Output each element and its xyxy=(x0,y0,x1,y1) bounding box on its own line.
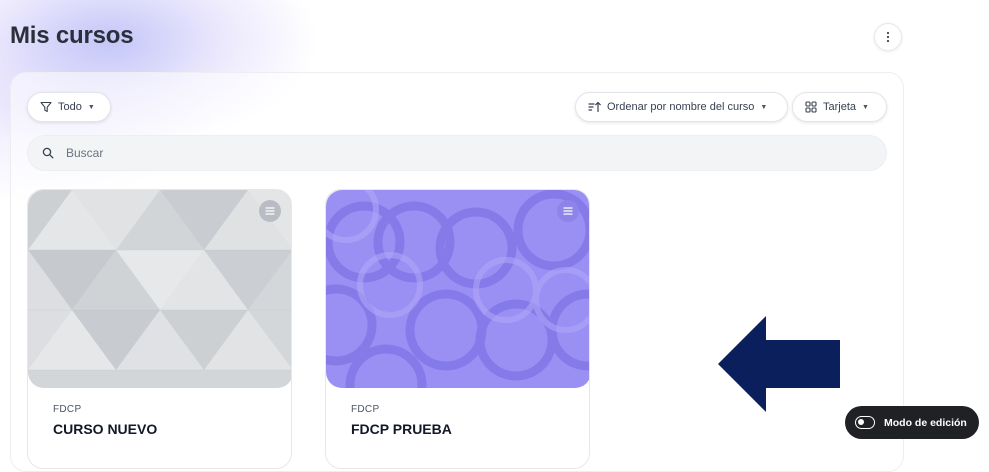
list-icon xyxy=(265,207,275,215)
course-image xyxy=(326,190,589,388)
grid-icon xyxy=(805,101,817,113)
sort-label: Ordenar por nombre del curso xyxy=(607,101,755,113)
course-image xyxy=(28,190,291,388)
sort-icon xyxy=(588,101,601,113)
search-icon xyxy=(42,147,54,159)
left-arrow-icon xyxy=(718,316,840,412)
list-icon xyxy=(563,207,573,215)
course-category: FDCP xyxy=(351,404,380,415)
edit-mode-label: Modo de edición xyxy=(884,416,967,429)
funnel-icon xyxy=(40,101,52,113)
chevron-down-icon: ▼ xyxy=(87,103,95,111)
filter-label: Todo xyxy=(58,101,82,113)
chevron-down-icon: ▼ xyxy=(862,103,869,111)
edit-mode-toggle[interactable]: Modo de edición xyxy=(845,406,979,439)
toggle-switch-icon xyxy=(855,416,875,429)
view-label: Tarjeta xyxy=(823,101,857,113)
course-title[interactable]: FDCP PRUEBA xyxy=(351,421,452,437)
kebab-icon xyxy=(886,31,890,43)
course-title[interactable]: CURSO NUEVO xyxy=(53,421,157,437)
sort-dropdown[interactable]: Ordenar por nombre del curso ▼ xyxy=(575,92,788,122)
course-menu-button[interactable] xyxy=(259,200,281,222)
page-title: Mis cursos xyxy=(10,22,134,49)
search-bar xyxy=(27,135,887,171)
search-input[interactable] xyxy=(64,145,872,161)
filter-dropdown[interactable]: Todo ▼ xyxy=(27,92,111,122)
more-options-button[interactable] xyxy=(874,23,902,51)
chevron-down-icon: ▼ xyxy=(760,103,768,111)
course-card[interactable]: FDCP FDCP PRUEBA xyxy=(325,189,590,469)
course-menu-button[interactable] xyxy=(557,200,579,222)
course-card[interactable]: FDCP CURSO NUEVO xyxy=(27,189,292,469)
course-category: FDCP xyxy=(53,404,82,415)
view-mode-dropdown[interactable]: Tarjeta ▼ xyxy=(792,92,887,122)
